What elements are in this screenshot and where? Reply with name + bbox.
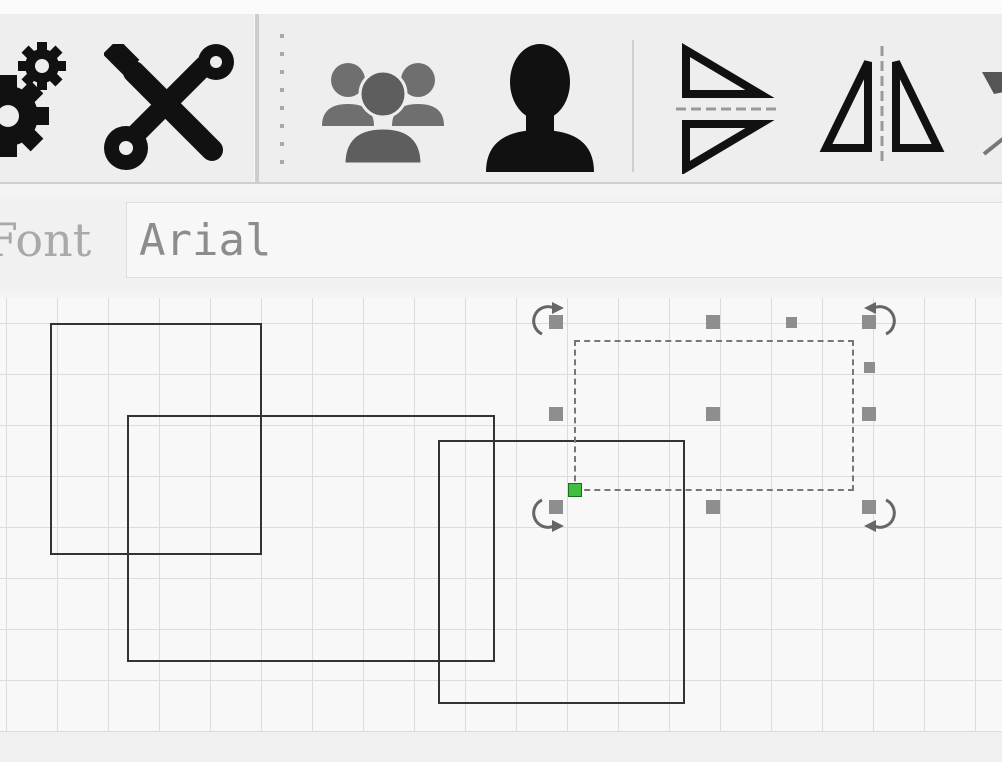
more-tools-icon[interactable] [980,64,1002,174]
resize-handle-bottom[interactable] [706,500,720,514]
resize-handle-left[interactable] [549,407,563,421]
font-input[interactable] [139,211,989,269]
users-group-icon[interactable] [320,52,446,168]
canvas-bottom-edge [0,732,1002,762]
rotate-icon[interactable] [530,494,566,536]
rotate-icon[interactable] [530,300,566,340]
font-field[interactable] [126,202,1002,278]
window-top-edge [0,0,1002,14]
resize-handle-top[interactable] [706,315,720,329]
control-handle[interactable] [786,317,797,328]
gears-icon[interactable] [0,36,80,172]
drawing-canvas[interactable] [0,298,1002,732]
flip-horizontal-icon[interactable] [818,44,946,166]
wrench-screwdriver-icon[interactable] [104,44,234,170]
flip-vertical-icon[interactable] [672,42,780,174]
rotate-icon[interactable] [862,300,898,340]
control-handle[interactable] [864,362,875,373]
resize-handle-right[interactable] [862,407,876,421]
toolbar [0,14,1002,184]
font-label: Font [0,213,92,267]
format-bar: Font [0,196,1002,292]
origin-anchor-handle[interactable] [568,483,582,497]
user-icon[interactable] [484,38,596,174]
move-handle-center[interactable] [706,407,720,421]
toolbar-grip-handle[interactable] [280,34,288,164]
toolbar-separator [254,14,259,182]
toolbar-separator [632,40,634,172]
rotate-icon[interactable] [862,494,898,536]
